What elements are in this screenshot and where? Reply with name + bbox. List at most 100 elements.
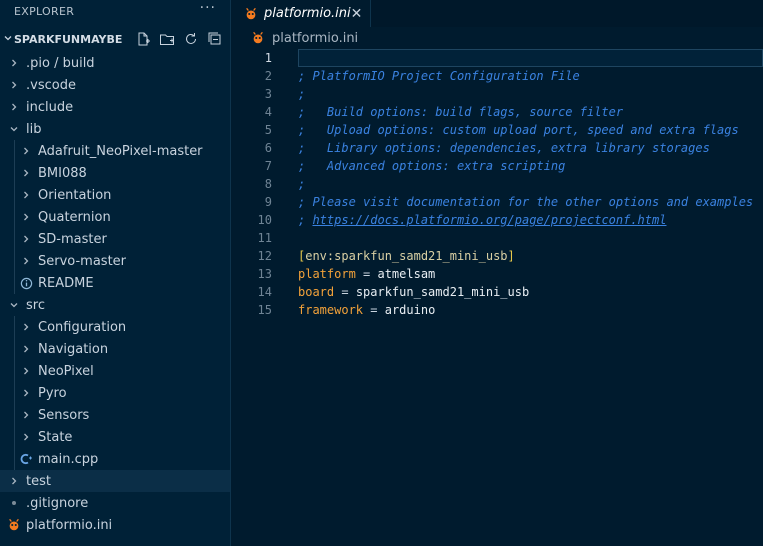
tree-item-lib[interactable]: lib [0, 118, 230, 140]
code-line[interactable]: 10; https://docs.platformio.org/page/pro… [232, 211, 763, 229]
chevron-right-icon [18, 366, 34, 376]
cpp-file-icon [18, 452, 34, 466]
code-token: ] [507, 249, 515, 263]
refresh-icon[interactable] [182, 30, 200, 48]
line-number: 7 [264, 159, 272, 173]
code-line[interactable]: 9 ; Please visit documentation for the ot… [232, 193, 763, 211]
tree-item-bmi088[interactable]: BMI088 [0, 162, 230, 184]
tree-item-configuration[interactable]: Configuration [0, 316, 230, 338]
tree-item-label: BMI088 [38, 165, 87, 181]
new-folder-icon[interactable] [158, 30, 176, 48]
chevron-right-icon [18, 190, 34, 200]
breadcrumb-file[interactable]: platformio.ini [272, 31, 358, 46]
code-line[interactable]: 3; [232, 85, 763, 103]
tree-item-src[interactable]: src [0, 294, 230, 316]
tree-item-label: Orientation [38, 187, 112, 203]
tree-item-neopixel[interactable]: NeoPixel [0, 360, 230, 382]
code-line[interactable]: 7 ; Advanced options: extra scripting [232, 157, 763, 175]
tree-item-label: SD-master [38, 231, 107, 247]
close-icon[interactable]: ✕ [351, 6, 363, 22]
code-line[interactable]: 15 framework = arduino [232, 301, 763, 319]
indent-guide [14, 316, 15, 338]
code-editor[interactable]: 1 2; PlatformIO Project Configuration Fil… [232, 49, 763, 546]
code-line[interactable]: 14 board = sparkfun_samd21_mini_usb [232, 283, 763, 301]
code-line[interactable]: 12 [env:sparkfun_samd21_mini_usb] [232, 247, 763, 265]
tree-item-main-cpp[interactable]: main.cpp [0, 448, 230, 470]
line-source: board = sparkfun_samd21_mini_usb [298, 283, 529, 301]
tree-item-readme[interactable]: README [0, 272, 230, 294]
tree-item-pio-build[interactable]: .pio / build [0, 52, 230, 74]
tree-item-label: platformio.ini [26, 517, 113, 533]
tree-item-label: Configuration [38, 319, 127, 335]
code-token: sparkfun_samd21_mini_usb [355, 285, 530, 299]
collapse-all-icon[interactable] [206, 30, 224, 48]
tab-platformio-ini[interactable]: platformio.ini ✕ [232, 0, 371, 27]
line-number: 14 [257, 285, 272, 299]
tree-item-sd-master[interactable]: SD-master [0, 228, 230, 250]
tab-bar: platformio.ini ✕ [232, 0, 763, 27]
more-actions-button[interactable]: ··· [200, 0, 216, 16]
chevron-right-icon [6, 58, 22, 68]
code-line[interactable]: 5 ; Upload options: custom upload port, s… [232, 121, 763, 139]
tree-item-label: NeoPixel [38, 363, 94, 379]
chevron-right-icon [6, 476, 22, 486]
tree-item-label: Servo-master [38, 253, 127, 269]
tree-item-label: Sensors [38, 407, 90, 423]
chevron-right-icon [6, 80, 22, 90]
line-source: [env:sparkfun_samd21_mini_usb] [298, 247, 515, 265]
tree-item-gitignore[interactable]: .gitignore [0, 492, 230, 514]
tree-item-quaternion[interactable]: Quaternion [0, 206, 230, 228]
code-line[interactable]: 1 [232, 49, 763, 67]
code-line[interactable]: 8; [232, 175, 763, 193]
line-number: 3 [264, 87, 272, 101]
tree-item-state[interactable]: State [0, 426, 230, 448]
file-tree: .pio / build .vscode include lib Adafruit_Ne… [0, 52, 230, 536]
tree-item-vscode[interactable]: .vscode [0, 74, 230, 96]
code-token: ; Upload options: custom upload port, sp… [298, 123, 739, 137]
indent-guide [14, 382, 15, 404]
code-token: ; PlatformIO Project Configuration File [298, 69, 580, 83]
tree-item-pyro[interactable]: Pyro [0, 382, 230, 404]
tree-item-sensors[interactable]: Sensors [0, 404, 230, 426]
line-source: ; Advanced options: extra scripting [298, 157, 565, 175]
code-line[interactable]: 11 [232, 229, 763, 247]
line-source: platform = atmelsam [298, 265, 435, 283]
code-line[interactable]: 6 ; Library options: dependencies, extra … [232, 139, 763, 157]
line-number: 9 [264, 195, 272, 209]
tree-item-test[interactable]: test [0, 470, 230, 492]
project-section-header[interactable]: SPARKFUNMAYBE [0, 26, 230, 52]
code-token[interactable]: https://docs.platformio.org/page/project… [312, 213, 666, 227]
chevron-right-icon [18, 322, 34, 332]
code-line[interactable]: 13 platform = atmelsam [232, 265, 763, 283]
tree-item-adafruit-neopixel-master[interactable]: Adafruit_NeoPixel-master [0, 140, 230, 162]
tree-item-label: Quaternion [38, 209, 111, 225]
line-source: framework = arduino [298, 301, 435, 319]
chevron-right-icon [18, 234, 34, 244]
line-number: 8 [264, 177, 272, 191]
code-token: ; Advanced options: extra scripting [298, 159, 566, 173]
code-line[interactable]: 2 ; PlatformIO Project Configuration File [232, 67, 763, 85]
tree-item-platformio-ini[interactable]: platformio.ini [0, 514, 230, 536]
tree-item-servo-master[interactable]: Servo-master [0, 250, 230, 272]
code-line[interactable]: 4 ; Build options: build flags, source fi… [232, 103, 763, 121]
line-number: 5 [264, 123, 272, 137]
new-file-icon[interactable] [134, 30, 152, 48]
code-token: framework [298, 303, 364, 317]
line-number: 11 [257, 231, 272, 245]
indent-guide [14, 228, 15, 250]
line-number: 12 [257, 249, 272, 263]
code-token: ; Library options: dependencies, extra l… [298, 141, 710, 155]
chevron-right-icon [18, 212, 34, 222]
indent-guide [14, 272, 15, 294]
tree-item-navigation[interactable]: Navigation [0, 338, 230, 360]
line-source: ; [298, 175, 305, 193]
tree-item-label: lib [26, 121, 42, 137]
explorer-header: EXPLORER ··· [0, 0, 230, 22]
line-source: ; Library options: dependencies, extra l… [298, 139, 710, 157]
tree-item-label: .vscode [26, 77, 76, 93]
tree-item-orientation[interactable]: Orientation [0, 184, 230, 206]
tree-item-include[interactable]: include [0, 96, 230, 118]
chevron-right-icon [18, 146, 34, 156]
code-token: board [298, 285, 335, 299]
tree-item-label: .gitignore [26, 495, 89, 511]
